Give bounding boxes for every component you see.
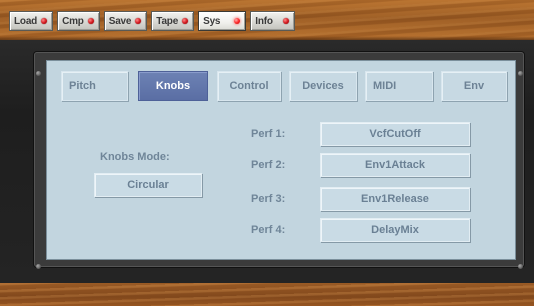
perf-1-select[interactable]: VcfCutOff — [320, 122, 470, 146]
sys-button-label: Sys — [203, 15, 221, 27]
tab-pitch[interactable]: Pitch — [61, 71, 128, 101]
cmp-led-icon — [87, 18, 94, 24]
tab-knobs[interactable]: Knobs — [138, 71, 208, 101]
cmp-button[interactable]: Cmp — [57, 11, 100, 31]
screw-icon — [36, 71, 41, 76]
screw-icon — [518, 264, 523, 269]
screw-icon — [518, 71, 523, 76]
toolbar: Load Cmp Save Tape Sys Info — [9, 11, 295, 31]
info-button-label: Info — [255, 15, 273, 27]
tape-button[interactable]: Tape — [151, 11, 195, 31]
load-button-label: Load — [14, 15, 38, 27]
tab-knobs-label: Knobs — [155, 80, 191, 92]
tab-midi[interactable]: MIDI — [365, 71, 433, 101]
save-button-label: Save — [108, 15, 132, 27]
tab-control-label: Control — [229, 80, 269, 92]
knobs-mode-value: Circular — [127, 179, 169, 191]
perf-3-value: Env1Release — [361, 193, 429, 205]
sys-led-icon — [234, 18, 241, 24]
load-button[interactable]: Load — [9, 11, 54, 31]
tab-devices-label: Devices — [302, 80, 344, 92]
perf-3-label: Perf 3: — [251, 193, 286, 205]
load-led-icon — [41, 18, 48, 24]
info-led-icon — [282, 18, 289, 24]
perf-4-select[interactable]: DelayMix — [320, 218, 470, 242]
wood-footer — [0, 283, 534, 306]
knobs-mode-label: Knobs Mode: — [100, 151, 170, 163]
tape-led-icon — [182, 18, 189, 24]
knobs-mode-select[interactable]: Circular — [94, 173, 202, 197]
tape-button-label: Tape — [156, 15, 179, 27]
perf-2-select[interactable]: Env1Attack — [320, 153, 470, 177]
perf-1-label: Perf 1: — [251, 128, 286, 140]
screw-icon — [36, 264, 41, 269]
save-button[interactable]: Save — [103, 11, 148, 31]
tab-control[interactable]: Control — [217, 71, 281, 101]
save-led-icon — [135, 18, 142, 24]
tab-env-label: Env — [463, 80, 485, 92]
lcd-panel: Pitch Knobs Control Devices MIDI Env Kno… — [46, 60, 516, 260]
tab-midi-label: MIDI — [373, 80, 397, 92]
perf-4-label: Perf 4: — [251, 224, 286, 236]
perf-2-value: Env1Attack — [365, 159, 425, 171]
perf-3-select[interactable]: Env1Release — [320, 187, 470, 211]
tab-env[interactable]: Env — [441, 71, 507, 101]
sys-button[interactable]: Sys — [198, 11, 247, 31]
perf-1-value: VcfCutOff — [369, 128, 421, 140]
perf-2-label: Perf 2: — [251, 159, 286, 171]
perf-4-value: DelayMix — [371, 224, 419, 236]
tab-devices[interactable]: Devices — [289, 71, 357, 101]
tab-pitch-label: Pitch — [69, 80, 96, 92]
info-button[interactable]: Info — [250, 11, 295, 31]
cmp-button-label: Cmp — [62, 15, 84, 27]
